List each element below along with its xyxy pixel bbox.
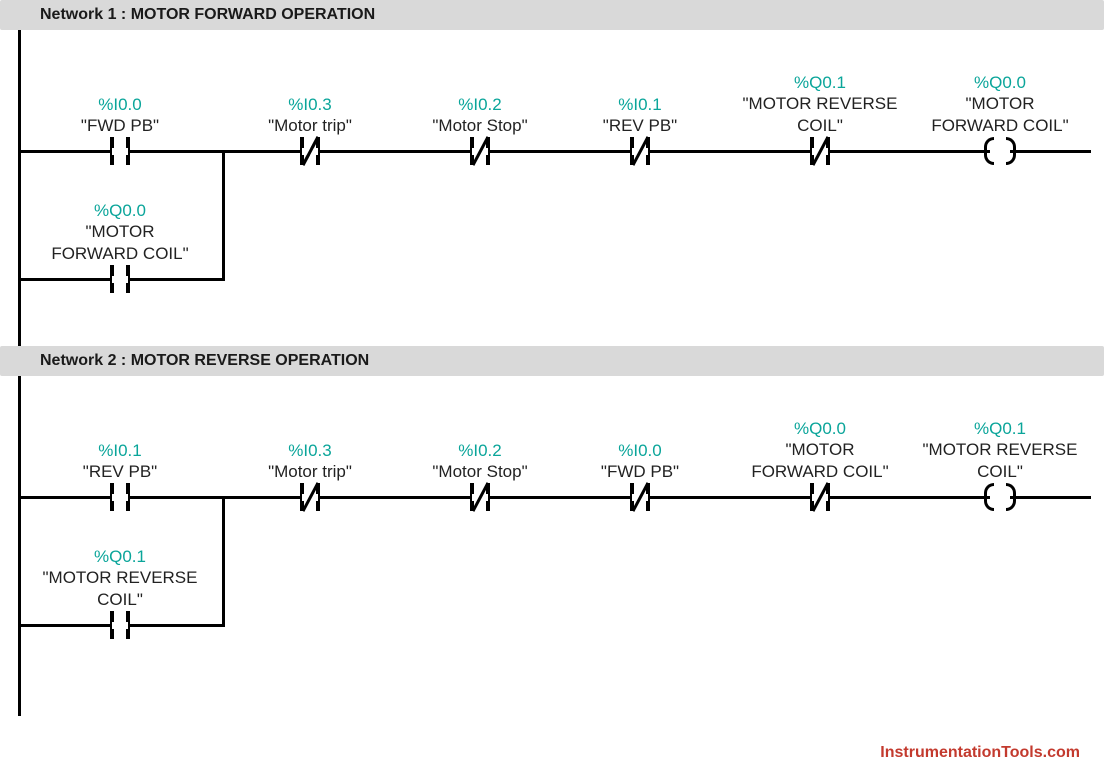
addr: %Q0.1 [740,72,900,93]
addr: %Q0.1 [40,546,200,567]
rung-wire [21,150,1091,153]
addr: %I0.2 [400,94,560,115]
symname: "MOTOR FORWARD COIL" [740,439,900,482]
symname: "FWD PB" [560,461,720,482]
symname: "MOTOR REVERSE COIL" [920,439,1080,482]
rung-wire [21,496,1091,499]
nc-contact-overlay [802,137,838,165]
left-rail [18,30,21,346]
symname: "MOTOR FORWARD COIL" [40,221,200,264]
symname: "MOTOR REVERSE COIL" [40,567,200,610]
elem-label: %I0.0 "FWD PB" [560,440,720,483]
elem-label: %I0.1 "REV PB" [560,94,720,137]
network-2-body: %I0.1 "REV PB" %I0.3 "Motor trip" %I0.2 … [0,376,1104,716]
elem-label: %I0.1 "REV PB" [40,440,200,483]
gap [112,148,128,155]
elem-label: %Q0.0 "MOTOR FORWARD COIL" [920,72,1080,136]
addr: %Q0.0 [920,72,1080,93]
network-1-header: Network 1 : MOTOR FORWARD OPERATION [0,0,1104,30]
addr: %I0.1 [560,94,720,115]
nc-contact-overlay [462,483,498,511]
addr: %Q0.0 [40,200,200,221]
elem-label: %Q0.1 "MOTOR REVERSE COIL" [920,418,1080,482]
symname: "FWD PB" [40,115,200,136]
gap [302,148,318,155]
symname: "REV PB" [40,461,200,482]
nc-contact-overlay [292,483,328,511]
network-1-body: %I0.0 "FWD PB" %I0.3 "Motor trip" %I0.2 … [0,30,1104,346]
nc-contact-overlay [462,137,498,165]
symname: "Motor Stop" [400,461,560,482]
symname: "Motor Stop" [400,115,560,136]
branch-vertical [222,496,225,627]
addr: %I0.0 [560,440,720,461]
gap [990,148,1010,155]
branch-vertical [222,150,225,281]
nc-contact-overlay [802,483,838,511]
symname: "MOTOR REVERSE COIL" [740,93,900,136]
gap [112,622,128,629]
network-2-title-prefix: Network 2 : [40,352,131,369]
addr: %I0.2 [400,440,560,461]
network-1-title: MOTOR FORWARD OPERATION [131,6,375,23]
symname: "Motor trip" [230,461,390,482]
network-1-title-prefix: Network 1 : [40,6,131,23]
nc-contact-overlay [622,483,658,511]
elem-label: %Q0.0 "MOTOR FORWARD COIL" [740,418,900,482]
gap [112,276,128,283]
addr: %I0.3 [230,94,390,115]
left-rail [18,376,21,716]
elem-label: %Q0.1 "MOTOR REVERSE COIL" [740,72,900,136]
nc-contact-overlay [622,137,658,165]
elem-label: %I0.2 "Motor Stop" [400,440,560,483]
network-2-header: Network 2 : MOTOR REVERSE OPERATION [0,346,1104,376]
elem-label: %I0.3 "Motor trip" [230,440,390,483]
gap [112,494,128,501]
elem-label: %I0.2 "Motor Stop" [400,94,560,137]
addr: %I0.0 [40,94,200,115]
symname: "Motor trip" [230,115,390,136]
addr: %I0.3 [230,440,390,461]
elem-label: %Q0.0 "MOTOR FORWARD COIL" [40,200,200,264]
symname: "REV PB" [560,115,720,136]
addr: %Q0.0 [740,418,900,439]
addr: %Q0.1 [920,418,1080,439]
addr: %I0.1 [40,440,200,461]
elem-label: %Q0.1 "MOTOR REVERSE COIL" [40,546,200,610]
elem-label: %I0.0 "FWD PB" [40,94,200,137]
gap [990,494,1010,501]
network-2-title: MOTOR REVERSE OPERATION [131,352,370,369]
elem-label: %I0.3 "Motor trip" [230,94,390,137]
watermark: InstrumentationTools.com [880,744,1080,762]
symname: "MOTOR FORWARD COIL" [920,93,1080,136]
